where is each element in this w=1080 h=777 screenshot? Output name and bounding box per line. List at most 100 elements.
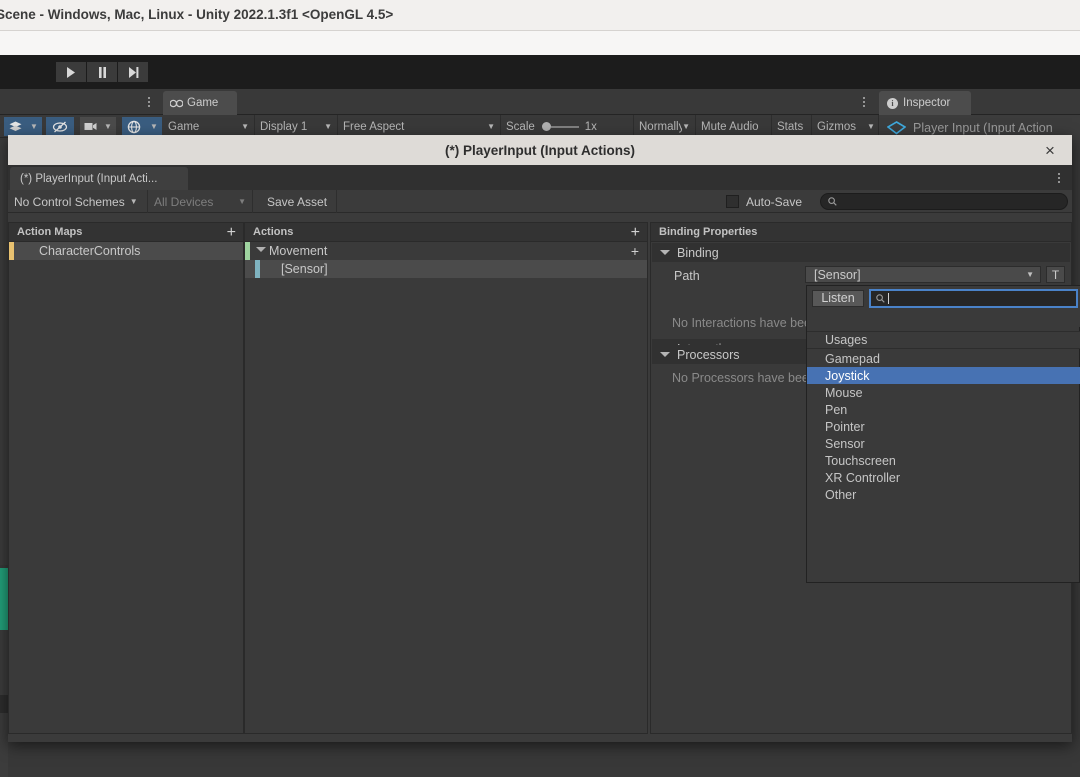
scale-slider-track[interactable] bbox=[550, 125, 579, 128]
modal-tab-row: (*) PlayerInput (Input Acti... bbox=[8, 165, 1072, 190]
gizmo-toggle-button[interactable] bbox=[122, 117, 146, 136]
path-picker-separator bbox=[807, 310, 1080, 327]
processors-section-label: Processors bbox=[677, 347, 740, 362]
left-edge-panel-bottom bbox=[0, 713, 8, 777]
action-color-marker bbox=[245, 242, 250, 260]
stats-label: Stats bbox=[777, 120, 804, 133]
cube-icon bbox=[887, 120, 906, 135]
action-maps-header: Action Maps + bbox=[9, 223, 243, 242]
control-schemes-label: No Control Schemes bbox=[14, 194, 125, 209]
list-item[interactable]: Pen bbox=[807, 401, 1080, 418]
text-cursor bbox=[888, 292, 889, 304]
binding-label: [Sensor] bbox=[281, 262, 328, 276]
binding-section-header[interactable]: Binding bbox=[652, 243, 1070, 262]
list-item[interactable]: Pointer bbox=[807, 418, 1080, 435]
path-picker-popup: Listen Usages Gamepad Joystick Mouse Pen… bbox=[806, 285, 1080, 583]
tab-player-input-label: (*) PlayerInput (Input Acti... bbox=[20, 172, 158, 185]
list-item[interactable]: Gamepad bbox=[807, 350, 1080, 367]
modal-title-bar: (*) PlayerInput (Input Actions) × bbox=[8, 135, 1072, 165]
actions-panel: Actions + Movement + [Sensor] bbox=[244, 222, 648, 734]
action-maps-header-label: Action Maps bbox=[17, 226, 83, 238]
gizmo-dropdown-button[interactable]: ▼ bbox=[146, 117, 162, 136]
unity-play-bar bbox=[0, 55, 1080, 89]
list-item[interactable]: XR Controller bbox=[807, 469, 1080, 486]
left-edge-panel-lower bbox=[0, 630, 8, 695]
auto-save-toggle[interactable]: Auto-Save bbox=[726, 190, 802, 213]
game-view-dropdown-label: Game bbox=[168, 120, 200, 133]
binding-properties-header-label: Binding Properties bbox=[659, 226, 758, 238]
path-picker-search-input[interactable] bbox=[869, 288, 1078, 308]
list-item[interactable]: Touchscreen bbox=[807, 452, 1080, 469]
tab-inspector[interactable]: i Inspector bbox=[879, 91, 971, 115]
globe-icon bbox=[127, 120, 141, 133]
aspect-dropdown-label: Free Aspect bbox=[343, 120, 405, 133]
path-picker-group-header: Usages bbox=[807, 331, 1080, 349]
collapse-triangle-icon bbox=[660, 250, 670, 255]
search-icon bbox=[828, 197, 837, 206]
scene-panel-menu-icon[interactable] bbox=[142, 89, 156, 115]
action-maps-panel: Action Maps + CharacterControls bbox=[8, 222, 244, 734]
action-map-row[interactable]: CharacterControls bbox=[9, 242, 243, 260]
chevron-down-icon: ▼ bbox=[238, 197, 246, 206]
add-action-map-button[interactable]: + bbox=[227, 224, 236, 241]
inspector-object-label: Player Input (Input Action bbox=[913, 120, 1053, 135]
actions-header-label: Actions bbox=[253, 226, 294, 238]
camera-toggle-button[interactable] bbox=[80, 117, 100, 136]
devices-label: All Devices bbox=[154, 194, 214, 209]
auto-save-checkbox[interactable] bbox=[726, 195, 739, 208]
chevron-down-icon: ▼ bbox=[487, 122, 495, 131]
visibility-toggle-button[interactable] bbox=[46, 117, 74, 136]
path-dropdown[interactable]: [Sensor] ▼ bbox=[805, 266, 1041, 283]
modal-panel-menu-icon[interactable] bbox=[1052, 165, 1066, 190]
os-title-bar: Scene - Windows, Mac, Linux - Unity 2022… bbox=[0, 0, 1080, 31]
save-asset-button[interactable]: Save Asset bbox=[261, 190, 337, 213]
pause-button[interactable] bbox=[87, 62, 117, 82]
binding-section-label: Binding bbox=[677, 245, 719, 260]
path-picker-list: Gamepad Joystick Mouse Pen Pointer Senso… bbox=[807, 350, 1080, 503]
devices-dropdown[interactable]: All Devices ▼ bbox=[148, 190, 253, 213]
interactions-empty-text: No Interactions have bee bbox=[672, 316, 811, 330]
path-label: Path bbox=[674, 269, 700, 283]
layers-dropdown-button[interactable]: ▼ bbox=[26, 117, 42, 136]
scale-value: 1x bbox=[584, 120, 597, 133]
tab-game[interactable]: Game bbox=[163, 91, 237, 115]
search-input[interactable] bbox=[820, 193, 1068, 210]
tab-player-input[interactable]: (*) PlayerInput (Input Acti... bbox=[10, 167, 188, 190]
play-icon bbox=[67, 66, 75, 78]
tab-game-label: Game bbox=[187, 97, 219, 109]
expand-triangle-icon[interactable] bbox=[256, 247, 266, 252]
screen-root: Scene - Windows, Mac, Linux - Unity 2022… bbox=[0, 0, 1080, 777]
listen-button[interactable]: Listen bbox=[812, 289, 864, 307]
collapse-triangle-icon bbox=[660, 352, 670, 357]
list-item[interactable]: Other bbox=[807, 486, 1080, 503]
os-menu-strip bbox=[0, 31, 1080, 55]
control-schemes-dropdown[interactable]: No Control Schemes ▼ bbox=[8, 190, 148, 213]
hierarchy-color-marker bbox=[0, 568, 8, 630]
binding-row[interactable]: [Sensor] bbox=[245, 260, 647, 278]
list-item[interactable]: Joystick bbox=[807, 367, 1080, 384]
play-button[interactable] bbox=[56, 62, 86, 82]
add-binding-button[interactable]: + bbox=[631, 242, 639, 260]
step-button[interactable] bbox=[118, 62, 148, 82]
binding-color-marker bbox=[255, 260, 260, 278]
action-map-label: CharacterControls bbox=[39, 244, 141, 258]
scale-slider-handle[interactable] bbox=[541, 122, 551, 131]
search-icon bbox=[876, 293, 885, 303]
list-item[interactable]: Sensor bbox=[807, 435, 1080, 452]
path-text-mode-button[interactable]: T bbox=[1046, 266, 1065, 283]
camera-dropdown-button[interactable]: ▼ bbox=[100, 117, 116, 136]
list-item[interactable]: Mouse bbox=[807, 384, 1080, 401]
processors-empty-text: No Processors have bee bbox=[672, 371, 809, 385]
path-picker-toolbar: Listen bbox=[807, 286, 1080, 310]
chevron-down-icon: ▼ bbox=[241, 122, 249, 131]
action-row[interactable]: Movement + bbox=[245, 242, 647, 260]
play-controls bbox=[56, 62, 148, 82]
action-label: Movement bbox=[269, 244, 328, 258]
layers-toggle-button[interactable] bbox=[4, 117, 26, 136]
gamepad-icon bbox=[170, 99, 183, 107]
action-map-color-marker bbox=[9, 242, 14, 260]
close-icon[interactable]: × bbox=[1038, 135, 1062, 165]
add-action-button[interactable]: + bbox=[631, 224, 640, 241]
modal-title: (*) PlayerInput (Input Actions) bbox=[445, 142, 635, 158]
game-panel-menu-icon[interactable] bbox=[857, 89, 871, 115]
